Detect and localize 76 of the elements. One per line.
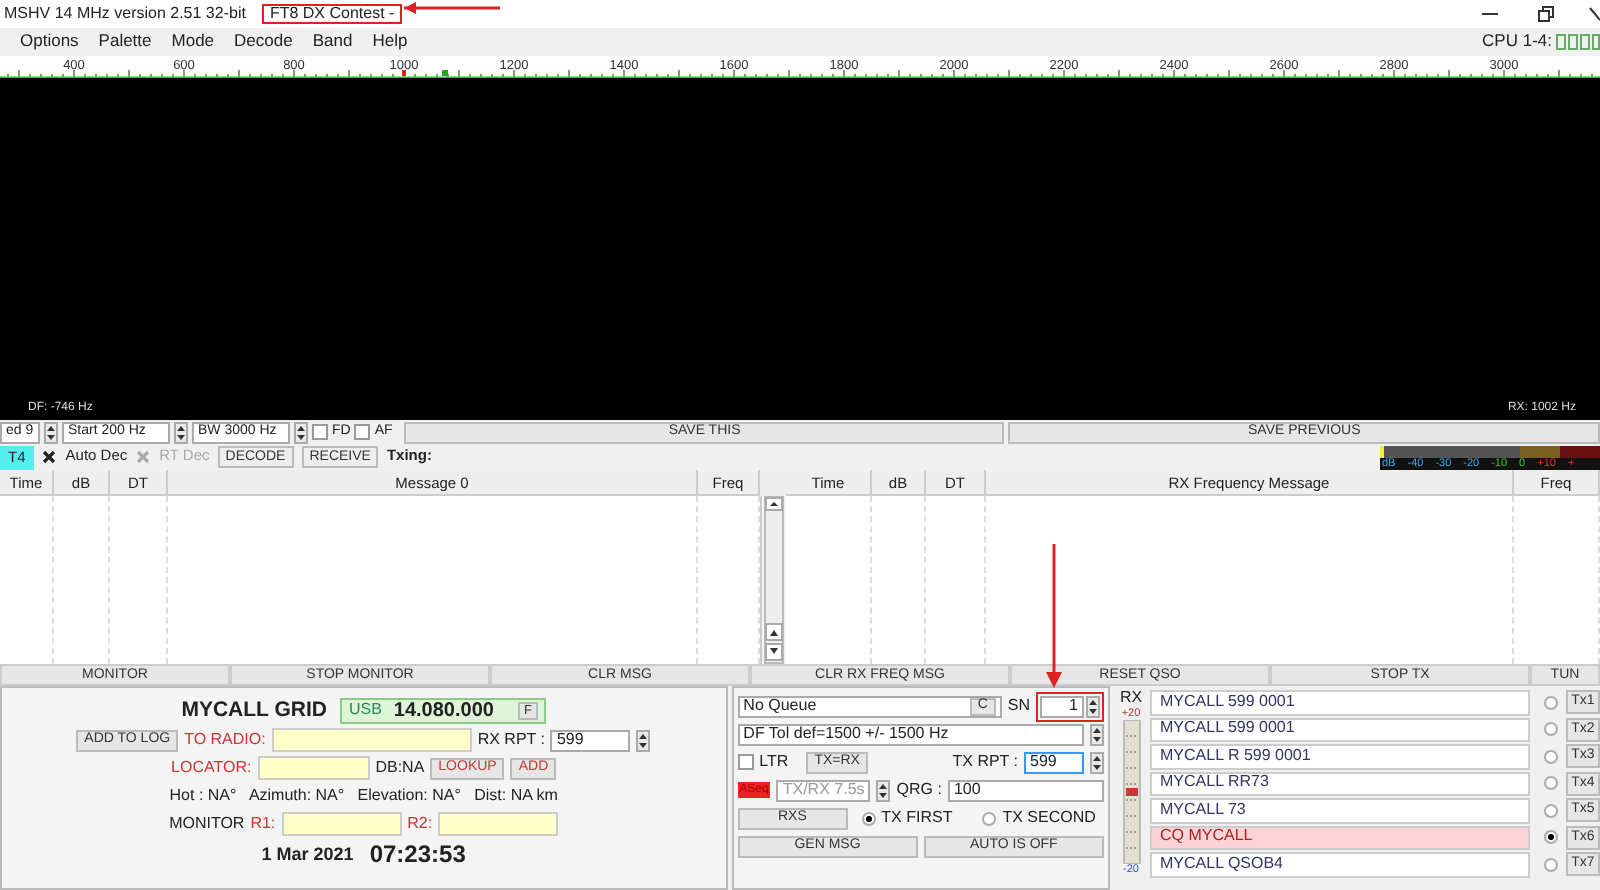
queue-text: No Queue	[743, 697, 817, 715]
checkbox[interactable]	[737, 754, 754, 770]
rx-label: RX	[1119, 690, 1143, 708]
checkbox[interactable]	[312, 424, 328, 440]
monitor-label: MONITOR	[169, 815, 245, 833]
slider-thumb[interactable]	[1125, 787, 1137, 796]
tx-rpt-field[interactable]: 599	[1024, 751, 1084, 773]
station-call: MYCALL GRID	[181, 699, 327, 723]
radio-button[interactable]	[1544, 803, 1558, 818]
message-field[interactable]: MYCALL RR73	[1150, 771, 1530, 796]
cpu-label: CPU 1-4:	[1482, 32, 1552, 52]
radio-button[interactable]	[1544, 695, 1558, 710]
cpu-usage-icon	[1556, 34, 1600, 50]
close-icon[interactable]	[1588, 4, 1600, 24]
spinner-arrows-icon[interactable]	[1090, 723, 1104, 745]
tx-rpt-label: TX RPT :	[952, 753, 1018, 771]
spinner-arrows-icon[interactable]	[876, 779, 891, 801]
location-info: Hot : NA° Azimuth: NA° Elevation: NA° Dist: NA km	[169, 787, 558, 805]
menu-item[interactable]: Options	[20, 32, 79, 52]
radio-button[interactable]	[1544, 749, 1558, 764]
locator-label: LOCATOR:	[171, 759, 252, 777]
scrollbar[interactable]	[762, 496, 786, 664]
qrg-field[interactable]: 100	[947, 779, 1104, 801]
spinner-arrows-icon[interactable]	[174, 421, 188, 443]
menu-item[interactable]: Palette	[98, 32, 152, 52]
df-tolerance-field[interactable]: DF Tol def=1500 +/- 1500 Hz	[737, 723, 1084, 745]
locator-field[interactable]	[257, 756, 370, 780]
radio-button[interactable]	[1544, 857, 1558, 872]
checkbox[interactable]	[354, 424, 371, 440]
radio-button[interactable]	[1544, 776, 1558, 791]
menu-item[interactable]: Band	[312, 32, 353, 52]
db-label: DB:NA	[375, 759, 425, 777]
ltr-label: LTR	[759, 753, 789, 771]
r2-label: R2:	[407, 815, 433, 833]
r1-label: R1:	[250, 815, 276, 833]
to-radio-label: TO RADIO:	[184, 731, 266, 749]
radio-button[interactable]	[861, 811, 876, 825]
signal-marker	[402, 70, 406, 76]
r2-field[interactable]	[438, 812, 559, 836]
message-field[interactable]: CQ MYCALL	[1150, 825, 1530, 850]
message-field[interactable]: MYCALL 73	[1150, 798, 1530, 823]
restore-icon[interactable]	[1536, 4, 1556, 24]
spinner-arrows-icon[interactable]	[636, 729, 651, 751]
spinner-arrows-icon[interactable]	[1090, 751, 1104, 773]
annotation-arrow	[1046, 544, 1062, 688]
r1-field[interactable]	[281, 812, 402, 836]
to-radio-field[interactable]	[271, 728, 472, 752]
radio-label: TX SECOND	[1002, 809, 1096, 827]
signal-marker	[442, 70, 448, 76]
mode-label: FT8 DX Contest -	[261, 3, 403, 25]
clock-readout: 07:23:53	[369, 842, 466, 870]
annotation-arrow	[404, 0, 504, 16]
checkbox[interactable]	[41, 449, 58, 465]
menu-item[interactable]: Decode	[234, 32, 293, 52]
radio-label: TX FIRST	[881, 809, 953, 827]
menu-item[interactable]: Help	[372, 32, 408, 52]
rx-rpt-label: RX RPT :	[477, 731, 545, 749]
frequency-readout: 14.080.000	[393, 700, 494, 722]
message-field[interactable]: MYCALL QSOB4	[1150, 852, 1530, 877]
sn-label: SN	[1007, 697, 1030, 715]
radio-button[interactable]	[1544, 830, 1558, 845]
window-title: MSHV 14 MHz version 2.51 32-bit	[4, 5, 246, 23]
rx-rpt-field[interactable]: 599	[550, 729, 631, 751]
qrg-label: QRG :	[896, 781, 942, 799]
radio-button[interactable]	[1544, 722, 1558, 737]
radio-button[interactable]	[982, 811, 997, 825]
date-readout: 1 Mar 2021	[261, 846, 354, 866]
sn-field[interactable]: 1	[1040, 695, 1084, 717]
spinner-arrows-icon[interactable]	[44, 421, 58, 443]
message-field[interactable]: MYCALL 599 0001	[1150, 690, 1530, 715]
message-field[interactable]: MYCALL R 599 0001	[1150, 744, 1530, 769]
message-field[interactable]: MYCALL 599 0001	[1150, 717, 1530, 742]
menu-item[interactable]: Mode	[171, 32, 215, 52]
spinner-arrows-icon[interactable]	[294, 421, 308, 443]
mode-readout: USB	[348, 702, 382, 720]
spinner-arrows-icon[interactable]	[1086, 695, 1100, 717]
